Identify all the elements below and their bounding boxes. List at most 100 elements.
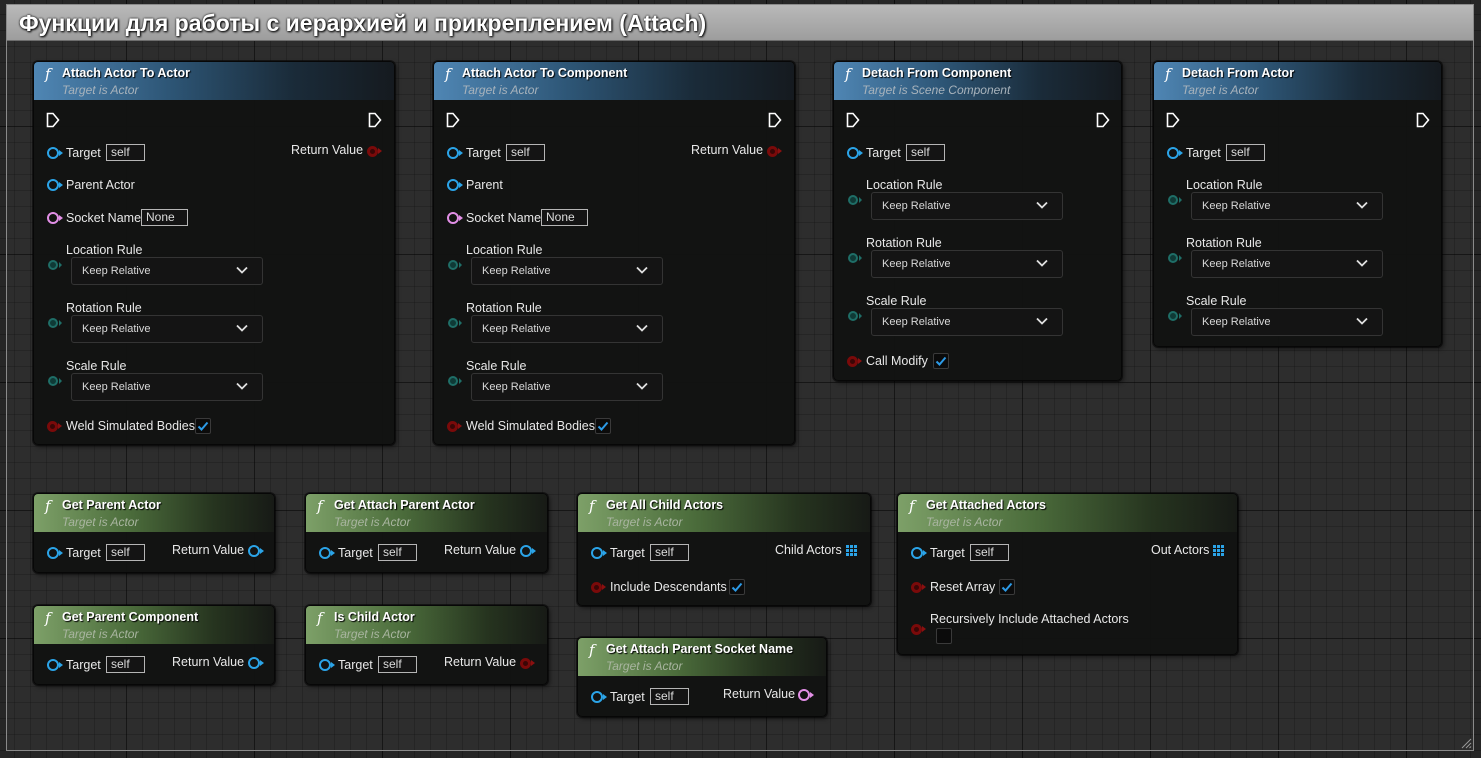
target-pin-icon[interactable] (1167, 147, 1179, 159)
include-descendants-checkbox[interactable] (729, 579, 745, 595)
socket-name-field[interactable]: None (541, 209, 588, 226)
weld-simulated-bodies-pin-icon[interactable] (447, 421, 458, 432)
rotation-rule-dropdown[interactable]: Keep Relative (471, 315, 663, 343)
target-pin-icon[interactable] (911, 547, 923, 559)
socket-name-field[interactable]: None (141, 209, 188, 226)
target-pin-icon[interactable] (47, 547, 59, 559)
node-header[interactable]: f Get Attach Parent Socket Name Target i… (578, 638, 826, 676)
rotation-rule-pin-icon[interactable] (1168, 253, 1178, 263)
socket-name-pin-icon[interactable] (447, 212, 459, 224)
array-pin-icon[interactable] (846, 545, 857, 556)
scale-rule-dropdown[interactable]: Keep Relative (471, 373, 663, 401)
node-header[interactable]: f Attach Actor To Actor Target is Actor (34, 62, 394, 100)
node-detach-from-component[interactable]: f Detach From Component Target is Scene … (833, 61, 1122, 381)
target-field[interactable]: self (506, 144, 545, 161)
node-header[interactable]: f Get Parent Component Target is Actor (34, 606, 274, 644)
node-header[interactable]: f Detach From Actor Target is Actor (1154, 62, 1441, 100)
rotation-rule-dropdown[interactable]: Keep Relative (1191, 250, 1383, 278)
reset-array-checkbox[interactable] (999, 579, 1015, 595)
target-field[interactable]: self (1226, 144, 1265, 161)
scale-rule-dropdown[interactable]: Keep Relative (1191, 308, 1383, 336)
location-rule-pin-icon[interactable] (1168, 195, 1178, 205)
scale-rule-dropdown[interactable]: Keep Relative (871, 308, 1063, 336)
parent-pin-icon[interactable] (447, 179, 459, 191)
scale-rule-pin-icon[interactable] (448, 376, 458, 386)
return-value-pin-icon[interactable] (520, 658, 531, 669)
return-value-pin-icon[interactable] (520, 545, 532, 557)
scale-rule-pin-icon[interactable] (1168, 311, 1178, 321)
target-field[interactable]: self (106, 656, 145, 673)
weld-simulated-bodies-pin-icon[interactable] (47, 421, 58, 432)
exec-out-pin-icon[interactable] (1096, 112, 1110, 128)
node-get-attach-parent-socket-name[interactable]: f Get Attach Parent Socket Name Target i… (577, 637, 827, 717)
rotation-rule-dropdown[interactable]: Keep Relative (871, 250, 1063, 278)
array-pin-icon[interactable] (1213, 545, 1224, 556)
node-is-child-actor[interactable]: f Is Child Actor Target is Actor Target … (305, 605, 548, 685)
node-attach-actor-to-component[interactable]: f Attach Actor To Component Target is Ac… (433, 61, 795, 445)
node-header[interactable]: f Get Attached Actors Target is Actor (898, 494, 1237, 532)
target-field[interactable]: self (106, 544, 145, 561)
scale-rule-dropdown[interactable]: Keep Relative (71, 373, 263, 401)
target-field[interactable]: self (970, 544, 1009, 561)
weld-simulated-bodies-checkbox[interactable] (595, 418, 611, 434)
location-rule-dropdown[interactable]: Keep Relative (1191, 192, 1383, 220)
target-pin-icon[interactable] (847, 147, 859, 159)
call-modify-checkbox[interactable] (933, 353, 949, 369)
target-field[interactable]: self (106, 144, 145, 161)
target-field[interactable]: self (650, 544, 689, 561)
target-pin-icon[interactable] (319, 659, 331, 671)
location-rule-pin-icon[interactable] (448, 260, 458, 270)
node-header[interactable]: f Get Parent Actor Target is Actor (34, 494, 274, 532)
weld-simulated-bodies-checkbox[interactable] (195, 418, 211, 434)
target-pin-icon[interactable] (47, 147, 59, 159)
include-descendants-pin-icon[interactable] (591, 582, 602, 593)
node-get-attached-actors[interactable]: f Get Attached Actors Target is Actor Ta… (897, 493, 1238, 655)
resize-grip-icon[interactable] (1460, 737, 1472, 749)
node-get-all-child-actors[interactable]: f Get All Child Actors Target is Actor T… (577, 493, 871, 606)
node-get-parent-actor[interactable]: f Get Parent Actor Target is Actor Targe… (33, 493, 275, 573)
return-value-pin-icon[interactable] (798, 689, 810, 701)
rotation-rule-dropdown[interactable]: Keep Relative (71, 315, 263, 343)
exec-out-pin-icon[interactable] (1416, 112, 1430, 128)
target-pin-icon[interactable] (47, 659, 59, 671)
exec-in-pin-icon[interactable] (446, 112, 460, 128)
return-value-pin-icon[interactable] (248, 657, 260, 669)
location-rule-dropdown[interactable]: Keep Relative (471, 257, 663, 285)
comment-header[interactable]: Функции для работы с иерархией и прикреп… (7, 5, 1473, 41)
exec-out-pin-icon[interactable] (368, 112, 382, 128)
node-get-parent-component[interactable]: f Get Parent Component Target is Actor T… (33, 605, 275, 685)
scale-rule-pin-icon[interactable] (848, 311, 858, 321)
target-field[interactable]: self (906, 144, 945, 161)
node-header[interactable]: f Get Attach Parent Actor Target is Acto… (306, 494, 547, 532)
target-pin-icon[interactable] (319, 547, 331, 559)
exec-in-pin-icon[interactable] (46, 112, 60, 128)
node-detach-from-actor[interactable]: f Detach From Actor Target is Actor Targ… (1153, 61, 1442, 347)
target-pin-icon[interactable] (591, 691, 603, 703)
node-get-attach-parent-actor[interactable]: f Get Attach Parent Actor Target is Acto… (305, 493, 548, 573)
return-value-pin-icon[interactable] (767, 146, 778, 157)
node-header[interactable]: f Attach Actor To Component Target is Ac… (434, 62, 794, 100)
location-rule-dropdown[interactable]: Keep Relative (871, 192, 1063, 220)
node-attach-actor-to-actor[interactable]: f Attach Actor To Actor Target is Actor … (33, 61, 395, 445)
target-field[interactable]: self (378, 656, 417, 673)
return-value-pin-icon[interactable] (248, 545, 260, 557)
target-field[interactable]: self (378, 544, 417, 561)
return-value-pin-icon[interactable] (367, 146, 378, 157)
call-modify-pin-icon[interactable] (847, 356, 858, 367)
reset-array-pin-icon[interactable] (911, 582, 922, 593)
scale-rule-pin-icon[interactable] (48, 376, 58, 386)
socket-name-pin-icon[interactable] (47, 212, 59, 224)
location-rule-dropdown[interactable]: Keep Relative (71, 257, 263, 285)
target-pin-icon[interactable] (447, 147, 459, 159)
exec-out-pin-icon[interactable] (768, 112, 782, 128)
recursively-include-pin-icon[interactable] (911, 624, 922, 635)
node-header[interactable]: f Is Child Actor Target is Actor (306, 606, 547, 644)
target-field[interactable]: self (650, 688, 689, 705)
recursively-include-checkbox[interactable] (936, 628, 952, 644)
rotation-rule-pin-icon[interactable] (848, 253, 858, 263)
location-rule-pin-icon[interactable] (848, 195, 858, 205)
exec-in-pin-icon[interactable] (846, 112, 860, 128)
rotation-rule-pin-icon[interactable] (48, 318, 58, 328)
target-pin-icon[interactable] (591, 547, 603, 559)
parent-actor-pin-icon[interactable] (47, 179, 59, 191)
